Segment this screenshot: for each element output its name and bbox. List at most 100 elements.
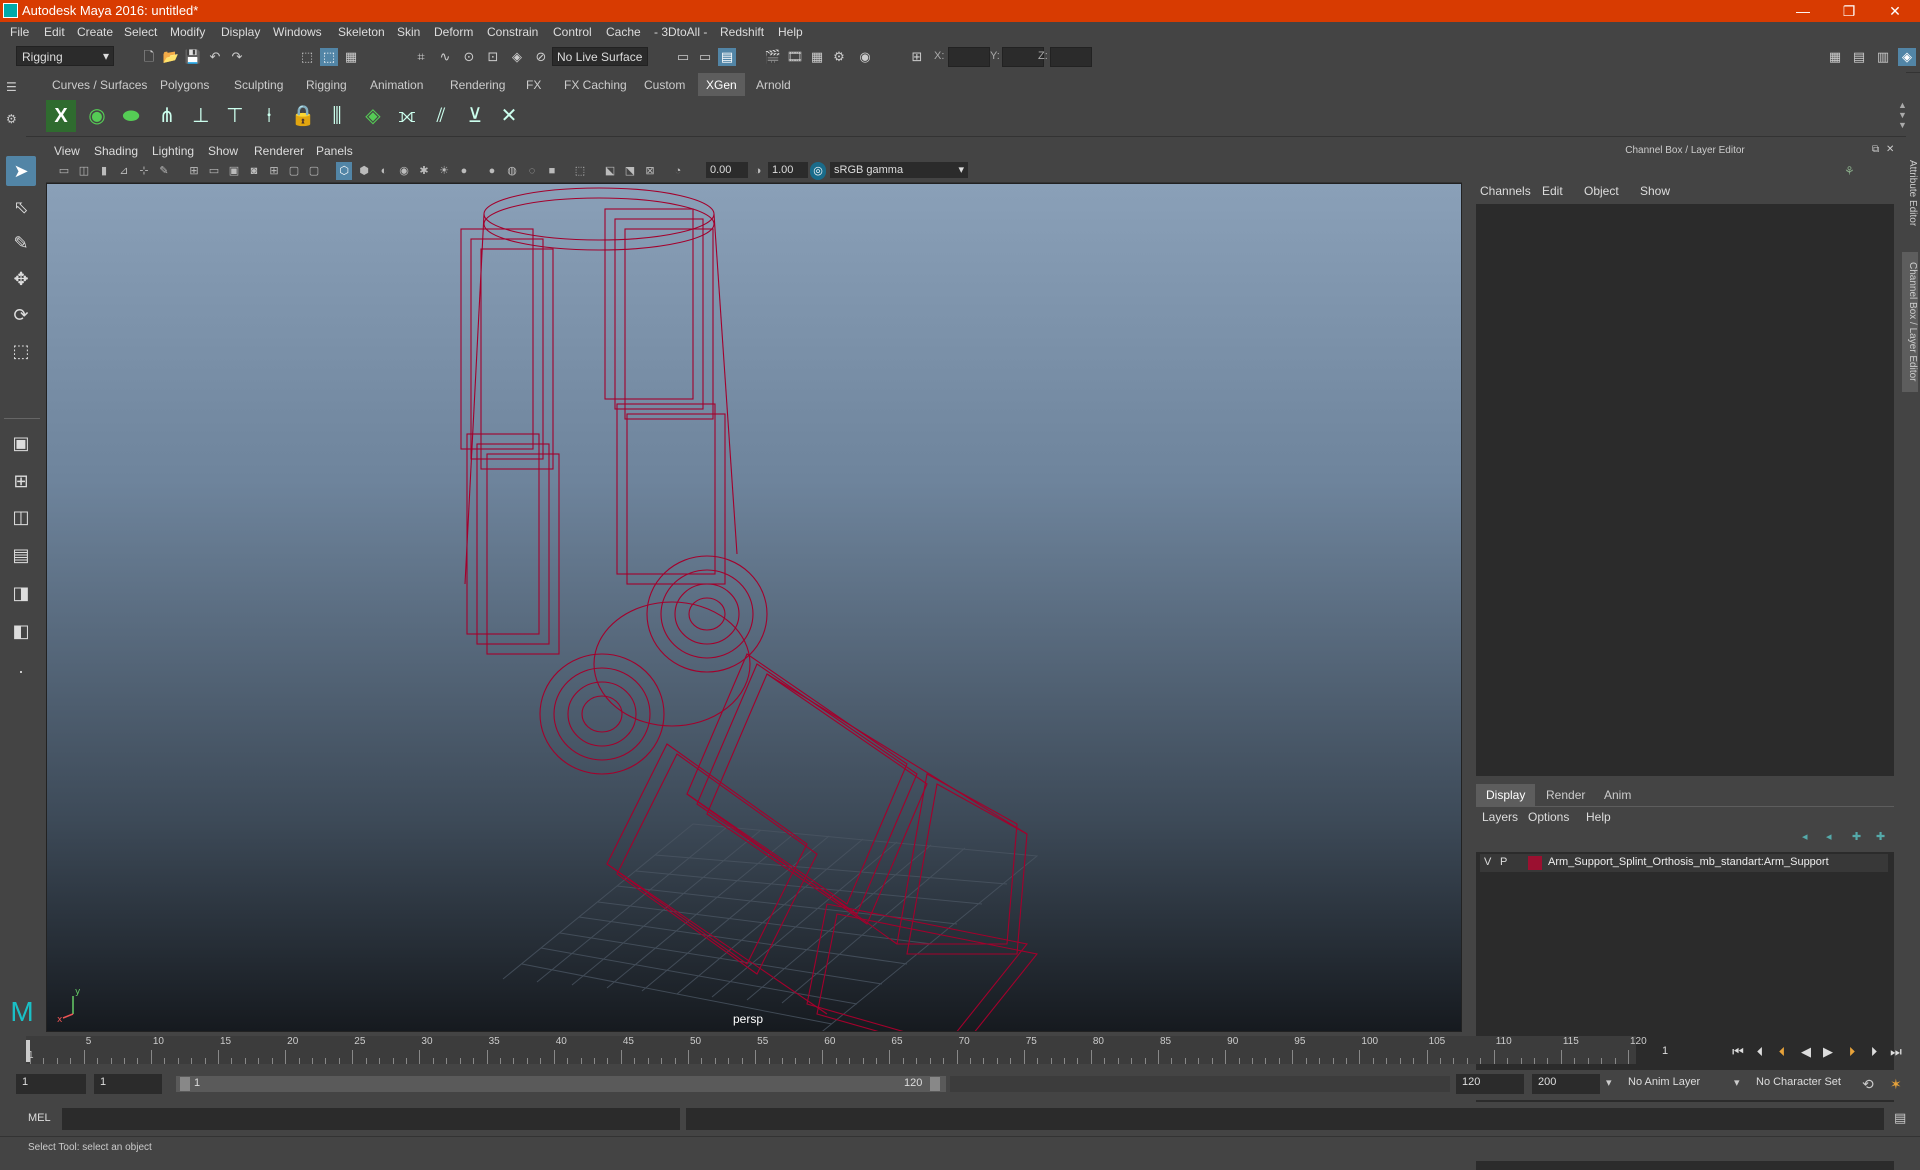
script-editor-icon[interactable]: ▤ (1894, 1110, 1906, 1126)
attribute-editor-toggle-icon[interactable]: ▤ (1850, 48, 1868, 66)
render-view-icon[interactable]: 🎬 (764, 48, 782, 66)
anim-layer-dropdown[interactable]: No Anim Layer (1622, 1074, 1738, 1094)
shadows-icon[interactable]: ☀ (436, 162, 452, 180)
select-object-icon[interactable]: ⬚ (320, 48, 338, 66)
select-component-icon[interactable]: ▦ (342, 48, 360, 66)
image-plane-icon[interactable]: ⊿ (116, 162, 132, 180)
menu-file[interactable]: File (10, 25, 29, 39)
current-frame-field[interactable]: 1 (1656, 1043, 1724, 1061)
layer-playback-toggle[interactable]: P (1500, 856, 1507, 868)
move-tool-icon[interactable]: ✥ (6, 264, 36, 294)
chevron-down-icon[interactable]: ▾ (1606, 1076, 1612, 1089)
tab-anim[interactable]: Anim (1594, 784, 1641, 806)
step-forward-icon[interactable]: ⏵ (1864, 1042, 1884, 1062)
construction-history-icon[interactable]: ▤ (718, 48, 736, 66)
backface-culling-icon[interactable]: ⊠ (642, 162, 658, 180)
input-ops-icon[interactable]: ▭ (674, 48, 692, 66)
safe-action-icon[interactable]: ▢ (286, 162, 302, 180)
layer-name[interactable]: Arm_Support_Splint_Orthosis_mb_standart:… (1548, 856, 1829, 868)
xgen-move-guide-icon[interactable]: ⊤ (220, 100, 250, 132)
field-chart-icon[interactable]: ⊞ (266, 162, 282, 180)
time-slider[interactable]: 1 5 10 15 20 25 30 35 40 45 50 55 60 65 70 75 80 85 90 95 1… (26, 1036, 1647, 1064)
single-perspective-layout-icon[interactable]: ▣ (6, 428, 36, 458)
xgen-comb-icon[interactable]: ⫼ (322, 100, 352, 132)
tab-animation[interactable]: Animation (364, 76, 429, 94)
menuset-dropdown[interactable]: Rigging ▾ (16, 46, 114, 66)
custom-layout-icon[interactable]: · (6, 656, 36, 686)
menu-cb-edit[interactable]: Edit (1542, 184, 1563, 198)
viewport-menu-panels[interactable]: Panels (316, 144, 353, 158)
character-set-dropdown[interactable]: No Character Set (1750, 1074, 1866, 1094)
undo-icon[interactable]: ↶ (206, 48, 224, 66)
menu-windows[interactable]: Windows (273, 25, 322, 39)
rotate-tool-icon[interactable]: ⟳ (6, 300, 36, 330)
xgen-preview-icon[interactable]: ◉ (82, 100, 112, 132)
close-button[interactable]: ✕ (1872, 0, 1918, 22)
x-coord-field[interactable] (948, 47, 990, 67)
menu-create[interactable]: Create (77, 25, 113, 39)
xray-joints-icon[interactable]: ⬕ (602, 162, 618, 180)
xgen-cut-icon[interactable]: ⊻ (460, 100, 490, 132)
isolate-select-icon[interactable]: ■ (544, 162, 560, 180)
animation-preferences-icon[interactable]: ✶ (1890, 1076, 1902, 1093)
hypershade-layout-icon[interactable]: ◧ (6, 616, 36, 646)
xgen-sculpt-guide-icon[interactable]: ⍿ (254, 100, 284, 132)
layer-color-swatch[interactable] (1528, 856, 1542, 870)
textured-icon[interactable]: ◉ (396, 162, 412, 180)
viewport-menu-view[interactable]: View (54, 144, 80, 158)
playback-end-field[interactable]: 120 (1456, 1074, 1524, 1094)
new-layer-selected-icon[interactable]: ✚ (1876, 830, 1885, 843)
go-to-end-icon[interactable]: ⏭ (1886, 1042, 1906, 1062)
menu-options[interactable]: Options (1528, 810, 1569, 824)
snap-grid-icon[interactable]: ⌗ (412, 48, 430, 66)
xgen-lock-icon[interactable]: 🔒 (288, 100, 318, 132)
tab-custom[interactable]: Custom (638, 76, 691, 94)
select-hierarchy-icon[interactable]: ⬚ (298, 48, 316, 66)
chevron-down-icon[interactable]: ▾ (1734, 1076, 1740, 1089)
xgen-scale-icon[interactable]: ⟗ (392, 100, 422, 132)
2d-pan-zoom-icon[interactable]: ⊹ (136, 162, 152, 180)
xgen-editor-icon[interactable]: X (46, 100, 76, 132)
menu-control[interactable]: Control (553, 25, 592, 39)
xray-active-icon[interactable]: ⬔ (622, 162, 638, 180)
bookmark-icon[interactable]: ▮ (96, 162, 112, 180)
viewport-menu-lighting[interactable]: Lighting (152, 144, 194, 158)
snap-curve-icon[interactable]: ∿ (436, 48, 454, 66)
multisample-aa-icon[interactable]: ◍ (504, 162, 520, 180)
render-current-icon[interactable]: 🎞 (786, 48, 804, 66)
auto-key-icon[interactable]: ⟲ (1862, 1076, 1874, 1093)
snap-point-icon[interactable]: ⊙ (460, 48, 478, 66)
graph-layout-icon[interactable]: ◨ (6, 578, 36, 608)
viewport-menu-renderer[interactable]: Renderer (254, 144, 304, 158)
command-input[interactable] (62, 1108, 680, 1130)
paint-select-tool-icon[interactable]: ✎ (6, 228, 36, 258)
z-coord-field[interactable] (1050, 47, 1092, 67)
shelf-menu-icon[interactable]: ☰ (6, 80, 17, 94)
menu-3dtoall[interactable]: - 3DtoAll - (654, 25, 707, 39)
tab-arnold[interactable]: Arnold (750, 76, 797, 94)
gamma-field[interactable]: 1.00 (768, 162, 808, 178)
move-layer-up-icon[interactable]: ◂ (1802, 830, 1808, 843)
gate-mask-icon[interactable]: ◙ (246, 162, 262, 180)
viewport-menu-shading[interactable]: Shading (94, 144, 138, 158)
animation-start-field[interactable]: 1 (16, 1074, 86, 1094)
smooth-shading-icon[interactable]: ⬢ (356, 162, 372, 180)
menu-layer-help[interactable]: Help (1586, 810, 1611, 824)
live-surface-field[interactable]: No Live Surface (552, 47, 648, 66)
color-management-icon[interactable]: ◎ (810, 162, 826, 180)
arm-support-splint-wireframe[interactable] (460, 187, 1038, 1032)
float-panel-icon[interactable]: ⧉ (1872, 144, 1879, 155)
wireframe-on-shaded-icon[interactable]: ◐ (376, 162, 392, 180)
menu-cache[interactable]: Cache (606, 25, 641, 39)
transform-mode-icon[interactable]: ⊞ (908, 48, 926, 66)
animation-end-field[interactable]: 200 (1532, 1074, 1600, 1094)
lasso-tool-icon[interactable]: ⬁ (6, 192, 36, 222)
close-panel-icon[interactable]: ✕ (1886, 144, 1894, 155)
command-language-label[interactable]: MEL (28, 1112, 51, 1124)
scene-canvas[interactable] (47, 184, 1462, 1032)
viewport-menu-show[interactable]: Show (208, 144, 238, 158)
snap-surface-icon[interactable]: ◈ (508, 48, 526, 66)
layer-visibility-toggle[interactable]: V (1484, 856, 1491, 868)
tab-fx-caching[interactable]: FX Caching (558, 76, 633, 94)
film-gate-icon[interactable]: ▭ (206, 162, 222, 180)
